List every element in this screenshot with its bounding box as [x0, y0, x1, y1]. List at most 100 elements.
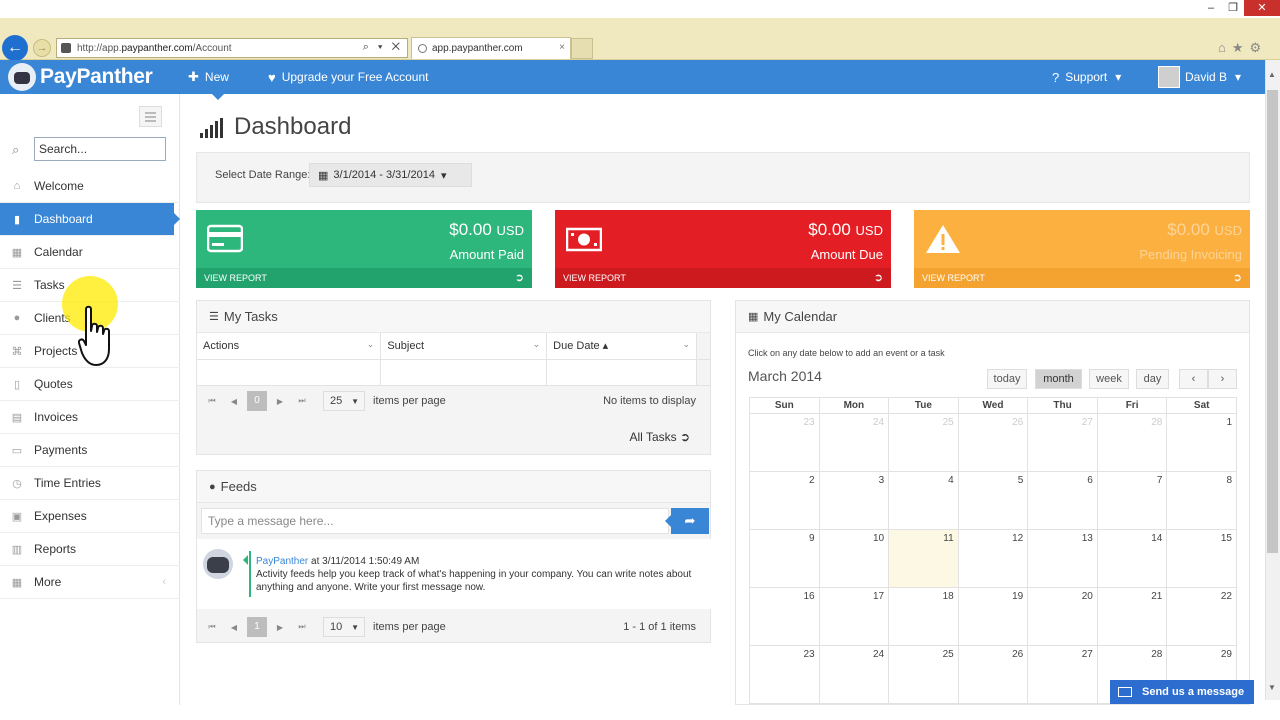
scroll-down-icon[interactable]: ▼	[1268, 683, 1276, 692]
chevron-down-icon[interactable]: ⌄	[367, 339, 375, 350]
date-range-dropdown[interactable]: ▦ 3/1/2014 - 3/31/2014 ▾	[309, 163, 472, 187]
browser-tab[interactable]: app.paypanther.com ×	[411, 37, 571, 59]
calendar-day-cell[interactable]: 25	[888, 645, 959, 704]
address-controls[interactable]: ⌕ ▾ ✕	[363, 41, 403, 54]
window-maximize-button[interactable]: ❐	[1222, 0, 1244, 16]
sidebar-item-welcome[interactable]: ⌂ Welcome	[0, 170, 180, 203]
browser-tools-icons[interactable]: ⌂★⚙	[1218, 40, 1267, 56]
calendar-day-cell[interactable]: 24	[818, 645, 890, 704]
back-button[interactable]: ←	[2, 35, 28, 61]
sidebar-item-time-entries[interactable]: ◷ Time Entries	[0, 467, 180, 500]
view-report-link[interactable]: VIEW REPORT ➲	[914, 268, 1250, 288]
send-button[interactable]: ➦	[665, 508, 709, 534]
calendar-day-cell[interactable]: 7	[1096, 471, 1168, 530]
send-us-message-button[interactable]: Send us a message	[1110, 680, 1254, 704]
last-page-icon[interactable]: ⏭	[291, 622, 313, 632]
sidebar-item-expenses[interactable]: ▣ Expenses	[0, 500, 180, 533]
calendar-day-cell[interactable]: 20	[1027, 587, 1098, 646]
view-report-link[interactable]: VIEW REPORT ➲	[196, 268, 532, 288]
next-page-icon[interactable]: ▶	[269, 623, 291, 632]
search-input[interactable]	[34, 137, 166, 161]
next-month-button[interactable]: ›	[1208, 369, 1237, 389]
new-menu-button[interactable]: ✚ New	[188, 60, 229, 94]
support-menu-button[interactable]: ? Support ▾	[1052, 60, 1121, 94]
calendar-day-cell[interactable]: 15	[1166, 529, 1237, 588]
month-view-button[interactable]: month	[1035, 369, 1082, 389]
calendar-day-cell[interactable]: 5	[957, 471, 1029, 530]
calendar-day-cell[interactable]: 26	[957, 645, 1029, 704]
calendar-day-cell[interactable]: 16	[749, 587, 820, 646]
feed-author[interactable]: PayPanther	[256, 556, 308, 567]
current-page[interactable]: 0	[247, 391, 267, 411]
prev-month-button[interactable]: ‹	[1179, 369, 1208, 389]
calendar-day-cell[interactable]: 25	[888, 413, 959, 472]
calendar-day-cell[interactable]: 1	[1166, 413, 1237, 472]
calendar-day-cell[interactable]: 26	[957, 413, 1029, 472]
calendar-day-cell[interactable]: 14	[1096, 529, 1168, 588]
address-bar[interactable]: http://app.paypanther.com/Account ⌕ ▾ ✕	[56, 38, 408, 58]
last-page-icon[interactable]: ⏭	[291, 396, 313, 406]
calendar-day-cell[interactable]: 10	[818, 529, 890, 588]
new-tab-button[interactable]	[571, 38, 593, 59]
window-close-button[interactable]: ✕	[1244, 0, 1280, 16]
sidebar-item-reports[interactable]: ▥ Reports	[0, 533, 180, 566]
all-tasks-link[interactable]: All Tasks ➲	[629, 430, 690, 444]
sidebar-item-quotes[interactable]: ▯ Quotes	[0, 368, 180, 401]
calendar-day-cell[interactable]: 2	[749, 471, 820, 530]
sidebar-item-payments[interactable]: ▭ Payments	[0, 434, 180, 467]
calendar-day-cell[interactable]: 19	[957, 587, 1029, 646]
calendar-day-cell[interactable]: 17	[818, 587, 890, 646]
calendar-day-cell[interactable]: 6	[1027, 471, 1098, 530]
chevron-down-icon[interactable]: ⌄	[533, 339, 541, 350]
column-actions[interactable]: Actions ⌄	[197, 333, 382, 360]
chevron-down-icon[interactable]: ⌄	[682, 339, 690, 350]
calendar-day-cell[interactable]: 21	[1096, 587, 1168, 646]
calendar-day-cell[interactable]: 3	[818, 471, 890, 530]
window-minimize-button[interactable]: –	[1200, 0, 1222, 16]
today-button[interactable]: today	[987, 369, 1027, 389]
calendar-day-cell[interactable]: 24	[818, 413, 890, 472]
calendar-day-cell[interactable]: 11	[888, 529, 959, 588]
logo[interactable]: PayPanther	[8, 62, 153, 92]
forward-button[interactable]: →	[33, 39, 51, 57]
scroll-up-icon[interactable]: ▲	[1268, 70, 1276, 79]
calendar-day-cell[interactable]: 4	[888, 471, 959, 530]
user-menu-button[interactable]: David B ▾	[1158, 60, 1241, 94]
prev-page-icon[interactable]: ◀	[223, 397, 245, 406]
sidebar-collapse-button[interactable]	[139, 106, 162, 127]
calendar-day-cell[interactable]: 23	[749, 645, 820, 704]
calendar-day-cell[interactable]: 9	[749, 529, 820, 588]
message-input[interactable]	[201, 508, 669, 534]
tab-close-icon[interactable]: ×	[559, 42, 565, 53]
sidebar-item-invoices[interactable]: ▤ Invoices	[0, 401, 180, 434]
page-size-select[interactable]: 10 ▼	[323, 617, 365, 637]
current-page[interactable]: 1	[247, 617, 267, 637]
scrollbar-thumb[interactable]	[1267, 90, 1278, 553]
first-page-icon[interactable]: ⏮	[201, 622, 223, 632]
calendar-day-cell[interactable]: 8	[1166, 471, 1237, 530]
upgrade-link[interactable]: ♥ Upgrade your Free Account	[268, 60, 428, 94]
day-view-button[interactable]: day	[1136, 369, 1169, 389]
sidebar-item-more[interactable]: ▦ More ‹	[0, 566, 180, 599]
column-due-date[interactable]: Due Date ▴ ⌄	[546, 333, 697, 360]
calendar-day-cell[interactable]: 13	[1027, 529, 1098, 588]
view-report-link[interactable]: VIEW REPORT ➲	[555, 268, 891, 288]
next-page-icon[interactable]: ▶	[269, 397, 291, 406]
table-row	[197, 359, 712, 386]
sidebar-item-calendar[interactable]: ▦ Calendar	[0, 236, 180, 269]
column-subject[interactable]: Subject ⌄	[380, 333, 548, 360]
calendar-day-cell[interactable]: 28	[1096, 413, 1168, 472]
calendar-day-cell[interactable]: 27	[1027, 645, 1098, 704]
page-size-select[interactable]: 25 ▼	[323, 391, 365, 411]
calendar-day-cell[interactable]: 23	[749, 413, 820, 472]
week-view-button[interactable]: week	[1089, 369, 1129, 389]
share-icon: ➦	[684, 513, 696, 528]
calendar-day-cell[interactable]: 18	[888, 587, 959, 646]
first-page-icon[interactable]: ⏮	[201, 396, 223, 406]
calendar-day-cell[interactable]: 22	[1166, 587, 1237, 646]
feeds-header: ● Feeds	[197, 471, 710, 503]
sidebar-item-dashboard[interactable]: ▮ Dashboard	[0, 203, 180, 236]
prev-page-icon[interactable]: ◀	[223, 623, 245, 632]
calendar-day-cell[interactable]: 27	[1027, 413, 1098, 472]
calendar-day-cell[interactable]: 12	[957, 529, 1029, 588]
